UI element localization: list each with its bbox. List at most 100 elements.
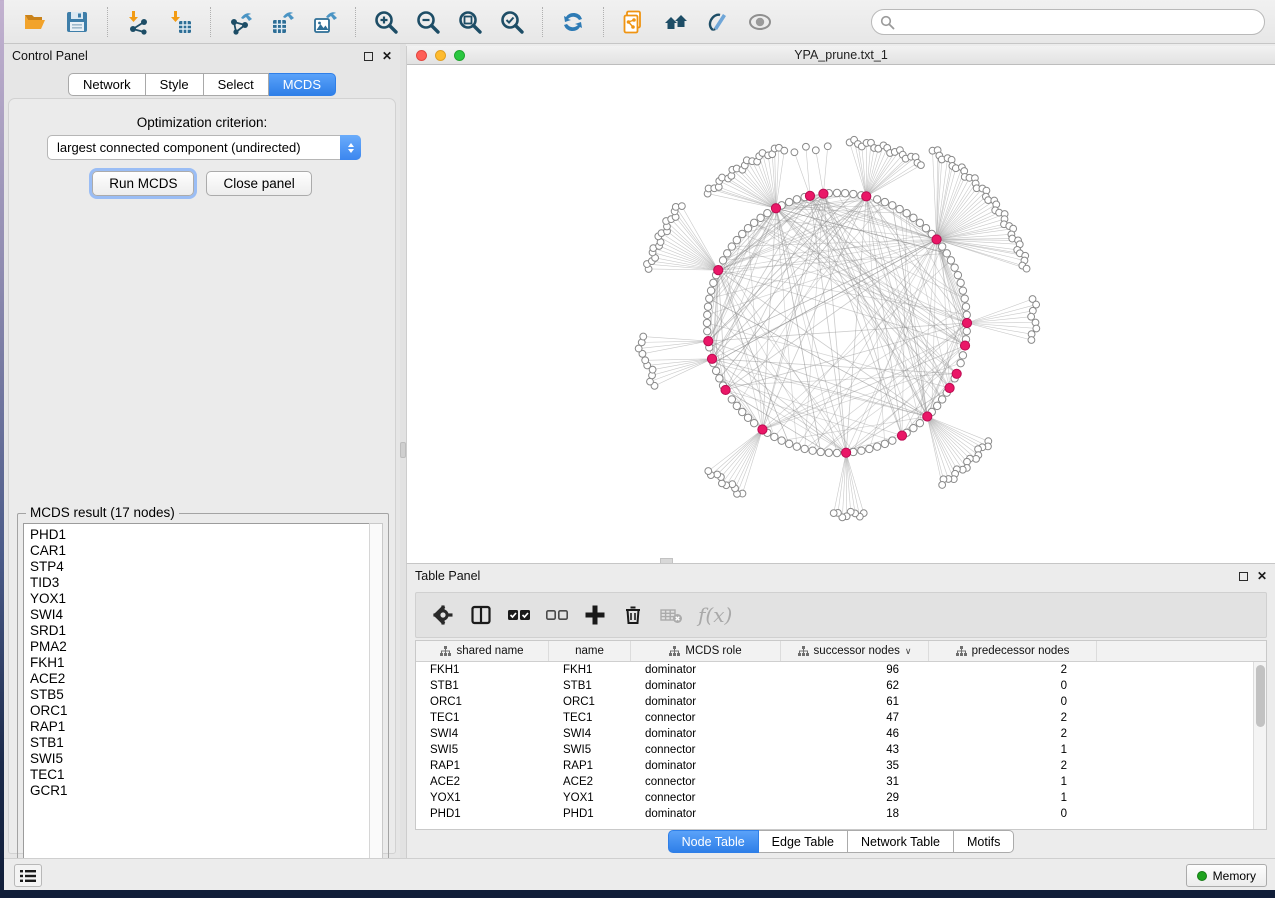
network-canvas[interactable]: [407, 65, 1275, 562]
ring-node[interactable]: [809, 447, 816, 454]
table-cell[interactable]: 47: [781, 710, 929, 726]
ring-node[interactable]: [866, 445, 873, 452]
ring-node[interactable]: [881, 198, 888, 205]
table-cell[interactable]: FKH1: [549, 662, 631, 678]
ring-node[interactable]: [771, 433, 778, 440]
ring-node[interactable]: [724, 250, 731, 257]
satellite-node[interactable]: [640, 333, 647, 340]
column-header-predecessor-nodes[interactable]: predecessor nodes: [929, 641, 1097, 661]
table-cell[interactable]: 18: [781, 806, 929, 822]
column-header-name[interactable]: name: [549, 641, 631, 661]
table-options-icon[interactable]: [428, 600, 458, 630]
table-cell[interactable]: STB1: [416, 678, 549, 694]
table-cell[interactable]: 2: [929, 662, 1097, 678]
ring-node[interactable]: [825, 449, 832, 456]
table-cell[interactable]: ACE2: [416, 774, 549, 790]
table-cell[interactable]: 29: [781, 790, 929, 806]
mcds-result-list[interactable]: PHD1CAR1STP4TID3YOX1SWI4SRD1PMA2FKH1ACE2…: [23, 523, 371, 879]
ring-node[interactable]: [922, 225, 929, 232]
table-cell[interactable]: RAP1: [549, 758, 631, 774]
tab-style[interactable]: Style: [146, 73, 204, 96]
ring-node[interactable]: [947, 257, 954, 264]
task-history-button[interactable]: [14, 864, 42, 887]
memory-button[interactable]: Memory: [1186, 864, 1267, 887]
ring-node[interactable]: [954, 271, 961, 278]
ring-node[interactable]: [710, 279, 717, 286]
table-cell[interactable]: 61: [781, 694, 929, 710]
satellite-node[interactable]: [939, 482, 946, 489]
ring-node[interactable]: [962, 303, 969, 310]
ring-node[interactable]: [889, 437, 896, 444]
mcds-hub-node[interactable]: [771, 204, 780, 213]
table-cell[interactable]: dominator: [631, 694, 781, 710]
ring-node[interactable]: [733, 402, 740, 409]
table-row[interactable]: YOX1YOX1connector291: [416, 790, 1253, 806]
mcds-hub-node[interactable]: [932, 235, 941, 244]
tab-edge-table[interactable]: Edge Table: [759, 830, 848, 853]
criterion-dropdown[interactable]: largest connected component (undirected): [47, 135, 361, 160]
open-file-icon[interactable]: [20, 7, 50, 37]
table-cell[interactable]: connector: [631, 774, 781, 790]
mcds-result-item[interactable]: STB5: [30, 687, 370, 703]
ring-node[interactable]: [793, 196, 800, 203]
table-cell[interactable]: 0: [929, 678, 1097, 694]
mcds-hub-node[interactable]: [862, 192, 871, 201]
mcds-hub-node[interactable]: [962, 318, 971, 327]
table-cell[interactable]: 62: [781, 678, 929, 694]
mcds-result-item[interactable]: SWI4: [30, 607, 370, 623]
table-cell[interactable]: 0: [929, 694, 1097, 710]
ring-node[interactable]: [889, 202, 896, 209]
ring-node[interactable]: [744, 225, 751, 232]
ring-node[interactable]: [963, 327, 970, 334]
satellite-node[interactable]: [812, 147, 819, 154]
mcds-hub-node[interactable]: [704, 336, 713, 345]
ring-node[interactable]: [873, 443, 880, 450]
ring-node[interactable]: [938, 243, 945, 250]
mcds-result-item[interactable]: TID3: [30, 575, 370, 591]
ring-node[interactable]: [764, 210, 771, 217]
mcds-result-item[interactable]: PHD1: [30, 527, 370, 543]
mcds-list-scrollbar[interactable]: [369, 523, 383, 879]
mcds-hub-node[interactable]: [923, 412, 932, 421]
ring-node[interactable]: [703, 319, 710, 326]
table-cell[interactable]: 96: [781, 662, 929, 678]
export-network-icon[interactable]: [226, 7, 256, 37]
column-header-successor-nodes[interactable]: successor nodes∨: [781, 641, 929, 661]
table-cell[interactable]: TEC1: [549, 710, 631, 726]
ring-node[interactable]: [750, 419, 757, 426]
close-panel-icon[interactable]: ✕: [382, 50, 392, 62]
table-cell[interactable]: TEC1: [416, 710, 549, 726]
ring-node[interactable]: [896, 205, 903, 212]
table-cell[interactable]: PHD1: [549, 806, 631, 822]
table-scrollbar[interactable]: [1253, 662, 1266, 829]
table-cell[interactable]: 0: [929, 806, 1097, 822]
table-cell[interactable]: connector: [631, 710, 781, 726]
ring-node[interactable]: [785, 440, 792, 447]
satellite-node[interactable]: [678, 203, 685, 210]
mcds-hub-node[interactable]: [897, 431, 906, 440]
apply-layout-icon[interactable]: [558, 7, 588, 37]
mcds-hub-node[interactable]: [841, 448, 850, 457]
ring-node[interactable]: [757, 214, 764, 221]
table-cell[interactable]: 35: [781, 758, 929, 774]
mcds-hub-node[interactable]: [714, 266, 723, 275]
deselect-all-icon[interactable]: [542, 600, 572, 630]
network-graph[interactable]: [407, 65, 1275, 562]
satellite-node[interactable]: [642, 357, 649, 364]
mcds-result-item[interactable]: STP4: [30, 559, 370, 575]
tab-select[interactable]: Select: [204, 73, 269, 96]
table-row[interactable]: SWI4SWI4dominator462: [416, 726, 1253, 742]
table-cell[interactable]: 2: [929, 726, 1097, 742]
ring-node[interactable]: [903, 210, 910, 217]
ring-node[interactable]: [706, 295, 713, 302]
satellite-node[interactable]: [1023, 265, 1030, 272]
satellite-node[interactable]: [1028, 313, 1035, 320]
add-row-icon[interactable]: [580, 600, 610, 630]
ring-node[interactable]: [957, 279, 964, 286]
table-cell[interactable]: SWI5: [549, 742, 631, 758]
mcds-result-item[interactable]: SWI5: [30, 751, 370, 767]
table-scrollbar-thumb[interactable]: [1256, 665, 1265, 727]
close-panel-button[interactable]: Close panel: [206, 171, 311, 196]
run-mcds-button[interactable]: Run MCDS: [92, 171, 194, 196]
mcds-result-item[interactable]: ORC1: [30, 703, 370, 719]
